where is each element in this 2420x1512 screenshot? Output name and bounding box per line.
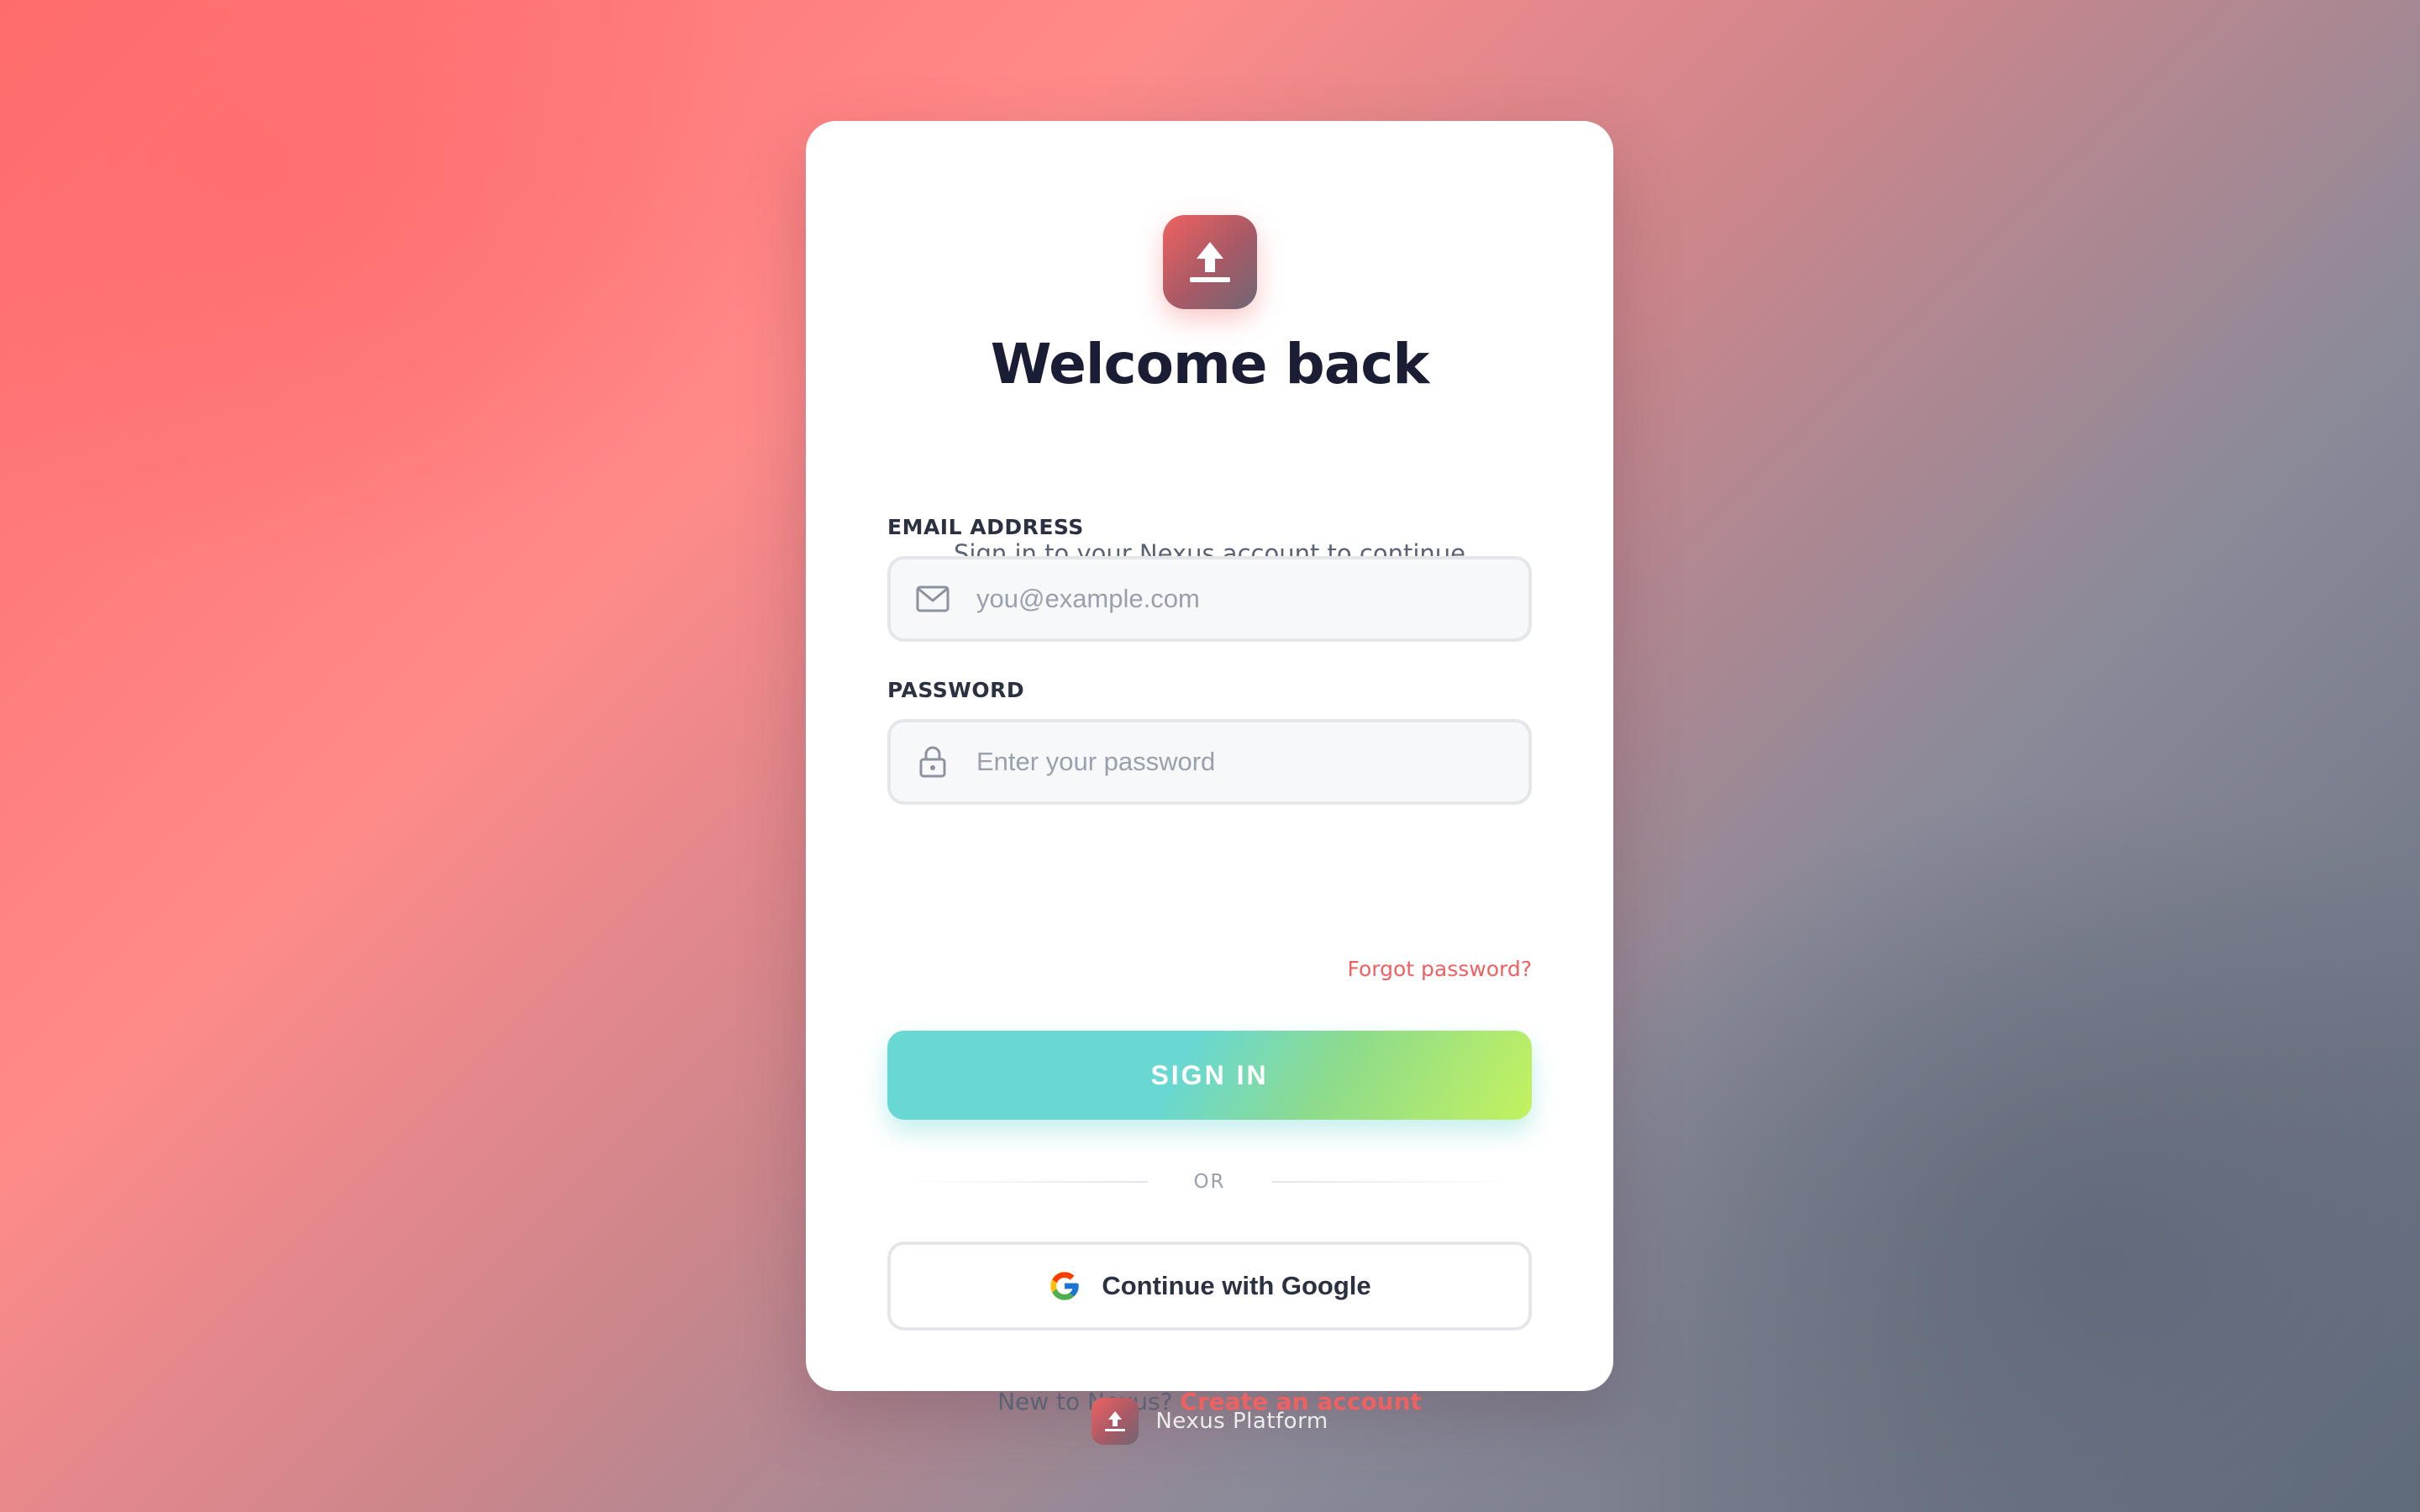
- page-title: Welcome back: [990, 332, 1430, 396]
- forgot-password-link[interactable]: Forgot password?: [1348, 957, 1533, 981]
- upload-icon: [1105, 1411, 1126, 1431]
- upload-icon: [1190, 242, 1230, 282]
- footer-brand-name: Nexus Platform: [1155, 1409, 1328, 1434]
- or-divider: OR: [887, 1169, 1532, 1194]
- footer-logo: [1092, 1398, 1139, 1445]
- login-card: Welcome back Sign in to your Nexus accou…: [806, 121, 1613, 1415]
- lock-icon: [916, 745, 950, 779]
- password-label: PASSWORD: [887, 678, 1025, 702]
- google-sign-in-button[interactable]: Continue with Google: [887, 1242, 1532, 1331]
- google-icon: [1050, 1272, 1080, 1300]
- google-button-label: Continue with Google: [1102, 1271, 1371, 1300]
- mail-icon: [916, 582, 950, 616]
- password-input[interactable]: [976, 722, 1514, 801]
- email-label: EMAIL ADDRESS: [887, 515, 1084, 539]
- password-field[interactable]: [887, 719, 1532, 805]
- sign-in-button[interactable]: SIGN IN: [887, 1031, 1532, 1120]
- divider-line-right: [1271, 1181, 1515, 1183]
- app-logo: [1163, 215, 1257, 309]
- footer-brand: Nexus Platform: [0, 1398, 2420, 1445]
- email-field[interactable]: [887, 556, 1532, 642]
- email-input[interactable]: [976, 559, 1514, 638]
